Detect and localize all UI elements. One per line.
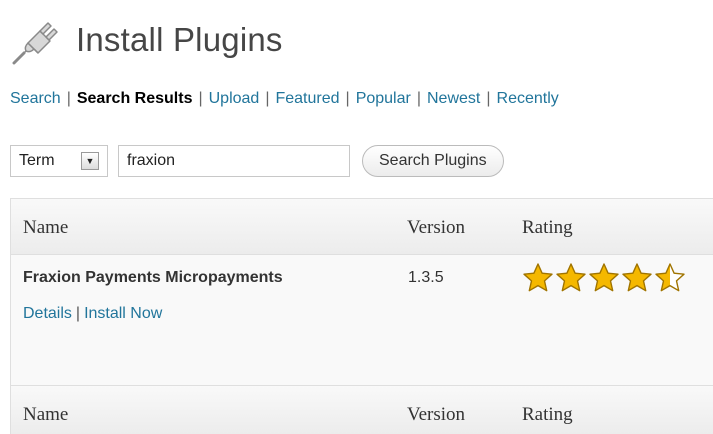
subnav-separator: | [486, 90, 491, 107]
star-full-icon [589, 263, 619, 292]
star-rating [522, 262, 687, 294]
star-half-icon [655, 263, 685, 292]
plugin-search-form: Term ▼ Search Plugins [10, 145, 504, 177]
plugin-install-subnav: Search | Search Results | Upload | Featured | Po… [10, 90, 559, 108]
plugin-results-table: Name Version Rating Fraxion Payments Mic… [10, 198, 713, 434]
tab-featured[interactable]: Featured [275, 90, 339, 107]
search-input[interactable] [118, 145, 350, 177]
column-footer-version[interactable]: Version [407, 404, 465, 426]
search-type-value: Term [19, 152, 55, 169]
star-full-icon [622, 263, 652, 292]
tab-newest[interactable]: Newest [427, 90, 480, 107]
column-header-name[interactable]: Name [23, 217, 68, 239]
plugin-plug-icon [12, 22, 58, 65]
page-header: Install Plugins [10, 14, 283, 66]
search-type-select[interactable]: Term ▼ [10, 145, 108, 177]
table-row: Fraxion Payments Micropayments Details | I… [11, 255, 713, 385]
column-header-rating[interactable]: Rating [522, 217, 573, 239]
search-plugins-button[interactable]: Search Plugins [362, 145, 504, 177]
install-now-link[interactable]: Install Now [84, 305, 162, 322]
subnav-separator: | [66, 90, 71, 107]
column-footer-name[interactable]: Name [23, 404, 68, 426]
tab-popular[interactable]: Popular [356, 90, 411, 107]
subnav-separator: | [345, 90, 350, 107]
star-full-icon [523, 263, 553, 292]
tab-upload[interactable]: Upload [209, 90, 260, 107]
star-full-icon [556, 263, 586, 292]
tab-search[interactable]: Search [10, 90, 61, 107]
chevron-down-icon[interactable]: ▼ [81, 152, 99, 170]
plugin-name: Fraxion Payments Micropayments [23, 269, 283, 286]
install-plugins-page: Install Plugins Search | Search Results | Up… [0, 0, 713, 434]
column-header-version[interactable]: Version [407, 217, 465, 239]
table-header: Name Version Rating [11, 199, 713, 255]
table-footer: Name Version Rating [11, 385, 713, 434]
action-separator: | [75, 305, 81, 322]
tab-search-results[interactable]: Search Results [77, 90, 193, 107]
row-actions: Details | Install Now [23, 305, 162, 323]
details-link[interactable]: Details [23, 305, 72, 322]
plugin-version: 1.3.5 [408, 269, 444, 286]
column-footer-rating[interactable]: Rating [522, 404, 573, 426]
tab-recently[interactable]: Recently [497, 90, 559, 107]
page-title: Install Plugins [76, 21, 283, 58]
subnav-separator: | [265, 90, 270, 107]
subnav-separator: | [198, 90, 203, 107]
subnav-separator: | [416, 90, 421, 107]
